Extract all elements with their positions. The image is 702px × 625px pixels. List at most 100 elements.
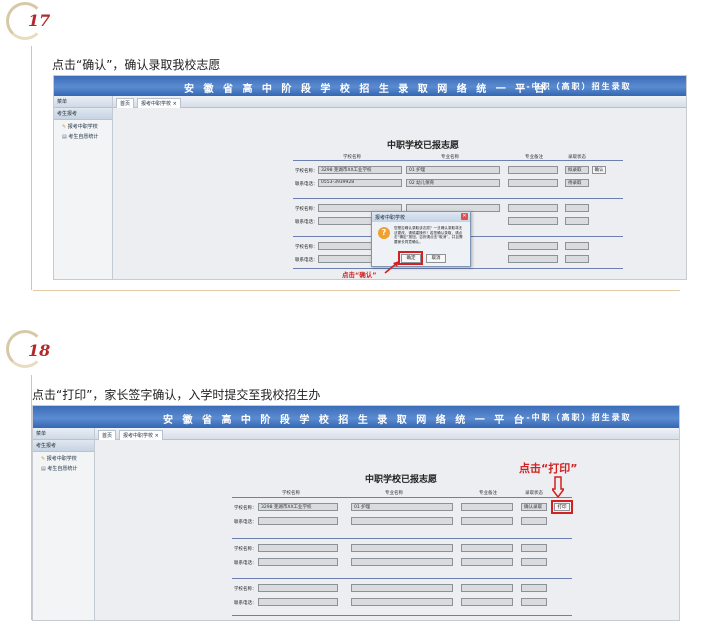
phone-field	[258, 558, 338, 566]
note2-field	[461, 558, 513, 566]
status2-field: 待录取	[565, 179, 589, 187]
arrow-down-icon	[550, 476, 566, 499]
status-field: 确认录取	[521, 503, 547, 511]
content: 中职学校已报志愿 学校名称 专业名称 专业备注 录取状态 学校名称： 3298 …	[95, 440, 679, 620]
phone-field	[258, 517, 338, 525]
sidebar-header: 菜单	[33, 428, 94, 440]
divider	[232, 538, 572, 539]
sidebar-header: 菜单	[54, 96, 112, 108]
phone-field	[258, 598, 338, 606]
annotation-text: 点击“打印”	[519, 462, 578, 475]
step-17-screenshot: 安 徽 省 高 中 阶 段 学 校 招 生 录 取 网 络 统 一 平 台 --…	[53, 75, 687, 280]
divider	[232, 615, 572, 616]
major2-field	[351, 598, 453, 606]
row-label-phone: 联系电话：	[295, 220, 318, 225]
row-label-phone: 联系电话：	[234, 520, 257, 525]
major-field	[351, 584, 453, 592]
step-18-number: 18	[28, 341, 51, 360]
pencil-icon: ✎	[41, 456, 46, 462]
note-field	[508, 204, 558, 212]
question-icon: ?	[378, 227, 390, 239]
major-field: 01 护理	[351, 503, 453, 511]
dialog-title-text: 报考中职学校	[375, 215, 406, 221]
tab-apply[interactable]: 报考中职学校 ×	[119, 430, 163, 440]
form-title: 中职学校已报志愿	[387, 141, 460, 151]
sidebar-item-stats[interactable]: ▤ 考生自愿统计	[54, 130, 112, 140]
tab-home[interactable]: 首页	[98, 430, 117, 440]
sidebar-item-apply[interactable]: ✎ 报考中职学校	[54, 120, 112, 130]
sidebar-item-label: 考生自愿统计	[47, 466, 78, 472]
divider	[232, 497, 572, 498]
status2-field	[521, 598, 547, 606]
dialog-title: 报考中职学校 ✕	[372, 212, 470, 222]
row-label-phone: 联系电话：	[295, 182, 318, 187]
major-field	[351, 544, 453, 552]
banner: 安 徽 省 高 中 阶 段 学 校 招 生 录 取 网 络 统 一 平 台 --…	[54, 76, 686, 96]
status2-field	[521, 517, 547, 525]
sidebar-group[interactable]: 考生报考	[33, 440, 94, 452]
status-field	[565, 204, 589, 212]
step-18-screenshot: 安 徽 省 高 中 阶 段 学 校 招 生 录 取 网 络 统 一 平 台 --…	[32, 405, 680, 621]
note-field	[508, 166, 558, 174]
tab-bar: 首页 报考中职学校 ×	[113, 96, 686, 108]
row-label-school: 学校名称：	[295, 245, 318, 250]
status-field	[565, 242, 589, 250]
status2-field	[565, 217, 589, 225]
row-label-school: 学校名称：	[234, 506, 257, 511]
row-label-phone: 联系电话：	[234, 561, 257, 566]
sidebar-group[interactable]: 考生报考	[54, 108, 112, 120]
banner-title: 安 徽 省 高 中 阶 段 学 校 招 生 录 取 网 络 统 一 平 台	[184, 84, 548, 95]
sidebar-item-apply[interactable]: ✎ 报考中职学校	[33, 452, 94, 462]
note2-field	[508, 179, 558, 187]
sidebar-item-label: 考生自愿统计	[68, 134, 99, 140]
note-field	[461, 584, 513, 592]
status2-field	[565, 255, 589, 263]
row-label-school: 学校名称：	[234, 547, 257, 552]
form-title: 中职学校已报志愿	[365, 475, 438, 485]
divider	[293, 160, 623, 161]
dialog-cancel-button[interactable]: 取消	[426, 254, 446, 263]
school-field: 3298 芜湖市XX工业学校	[258, 503, 338, 511]
step-17-caption: 点击“确认”，确认录取我校志愿	[52, 58, 221, 72]
close-icon[interactable]: ✕	[461, 213, 468, 220]
tab-home[interactable]: 首页	[116, 98, 135, 108]
status-field	[521, 584, 547, 592]
status2-field	[521, 558, 547, 566]
major2-field: 02 幼儿保育	[406, 179, 500, 187]
step-17-vline	[31, 46, 32, 290]
confirm-link[interactable]: 确认	[592, 166, 606, 174]
annotation-arrow	[550, 476, 566, 499]
dialog-message: 您是否确认录取该志愿？一旦确认录取将无法更改，请慎重操作！若您确认录取，请点击“…	[394, 226, 463, 244]
tab-apply[interactable]: 报考中职学校 ×	[137, 98, 181, 108]
col-header-note: 专业备注	[479, 491, 497, 496]
step-17-number: 17	[28, 11, 51, 30]
arrow-icon	[384, 261, 399, 274]
note-field	[461, 544, 513, 552]
row-label-school: 学校名称：	[295, 169, 318, 174]
content: 中职学校已报志愿 学校名称 专业名称 专业备注 录取状态 学校名称： 3298 …	[113, 108, 686, 279]
sidebar: 菜单 考生报考 ✎ 报考中职学校 ▤ 考生自愿统计	[54, 96, 113, 279]
phone-field: 0553-3939928	[318, 179, 402, 187]
col-header-major: 专业名称	[385, 491, 403, 496]
major2-field	[351, 517, 453, 525]
note2-field	[461, 598, 513, 606]
status-field	[521, 544, 547, 552]
sidebar: 菜单 考生报考 ✎ 报考中职学校 ▤ 考生自愿统计	[33, 428, 95, 620]
note2-field	[461, 517, 513, 525]
row-label-school: 学校名称：	[234, 587, 257, 592]
sidebar-item-label: 报考中职学校	[67, 124, 98, 130]
sidebar-item-stats[interactable]: ▤ 考生自愿统计	[33, 462, 94, 472]
col-header-status: 录取状态	[525, 491, 543, 496]
major2-field	[351, 558, 453, 566]
school-field	[258, 544, 338, 552]
print-highlight-box	[551, 500, 573, 514]
tab-bar: 首页 报考中职学校 ×	[95, 428, 679, 440]
note-field	[508, 242, 558, 250]
banner: 安 徽 省 高 中 阶 段 学 校 招 生 录 取 网 络 统 一 平 台 --…	[33, 406, 679, 428]
row-label-phone: 联系电话：	[295, 258, 318, 263]
banner-title: 安 徽 省 高 中 阶 段 学 校 招 生 录 取 网 络 统 一 平 台	[163, 415, 527, 426]
pencil-icon: ✎	[62, 124, 67, 130]
note2-field	[508, 217, 558, 225]
doc-icon: ▤	[41, 466, 46, 472]
banner-subtitle: --中职（高职）招生录取	[521, 413, 632, 422]
